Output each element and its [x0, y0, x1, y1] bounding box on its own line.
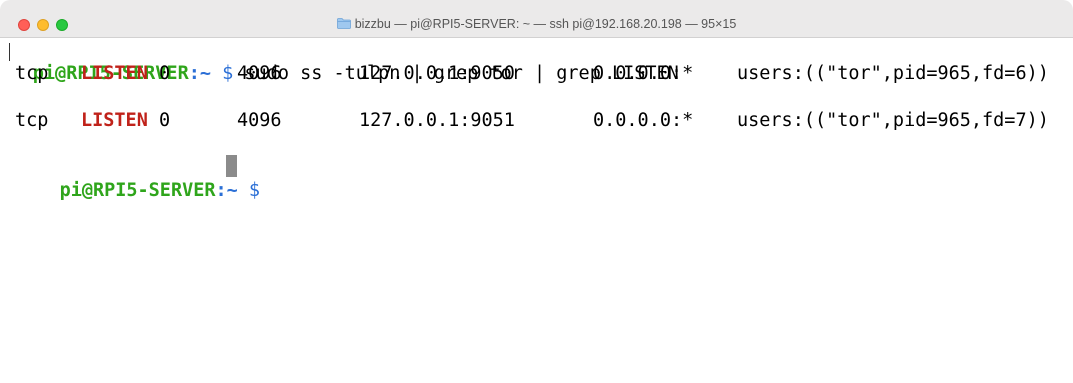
- cell-local-address: 127.0.0.1:9050: [359, 63, 515, 84]
- terminal-window: bizzbu — pi@RPI5-SERVER: ~ — ssh pi@192.…: [0, 0, 1073, 383]
- output-row: tcp LISTEN 0 4096 127.0.0.1:9050 0.0.0.0…: [15, 62, 1073, 86]
- cell-state: LISTEN: [81, 63, 148, 84]
- prompt-dollar: $: [248, 180, 261, 201]
- window-title: bizzbu — pi@RPI5-SERVER: ~ — ssh pi@192.…: [354, 17, 737, 31]
- folder-icon: [336, 18, 351, 29]
- cell-recvq: 0: [159, 63, 171, 84]
- mark-bracket: [9, 43, 14, 61]
- cell-process: users:(("tor",pid=965,fd=6)): [737, 63, 1049, 84]
- cell-netid: tcp: [15, 110, 49, 131]
- cell-sendq: 4096: [237, 63, 282, 84]
- cell-local-address: 127.0.0.1:9051: [359, 110, 515, 131]
- title-bar[interactable]: bizzbu — pi@RPI5-SERVER: ~ — ssh pi@192.…: [0, 0, 1073, 38]
- cell-sendq: 4096: [237, 110, 282, 131]
- prompt-user-host: pi@RPI5-SERVER: [59, 180, 216, 201]
- output-row: tcp LISTEN 0 4096 127.0.0.1:9051 0.0.0.0…: [15, 109, 1073, 133]
- cell-peer-address: 0.0.0.0:*: [593, 63, 694, 84]
- cell-netid: tcp: [15, 63, 49, 84]
- cell-state: LISTEN: [81, 110, 148, 131]
- window-title-wrap: bizzbu — pi@RPI5-SERVER: ~ — ssh pi@192.…: [0, 17, 1073, 31]
- cell-recvq: 0: [159, 110, 171, 131]
- prompt-line: pi@RPI5-SERVER:~ $: [15, 155, 261, 201]
- text-cursor: [226, 155, 237, 177]
- cell-peer-address: 0.0.0.0:*: [593, 110, 694, 131]
- terminal-content[interactable]: [0, 38, 1073, 383]
- prompt-path: ~: [226, 180, 238, 201]
- cell-process: users:(("tor",pid=965,fd=7)): [737, 110, 1049, 131]
- command-line: pi@RPI5-SERVER:~ $ sudo ss -tulpn | grep…: [15, 38, 679, 84]
- prompt-colon: :: [215, 180, 227, 201]
